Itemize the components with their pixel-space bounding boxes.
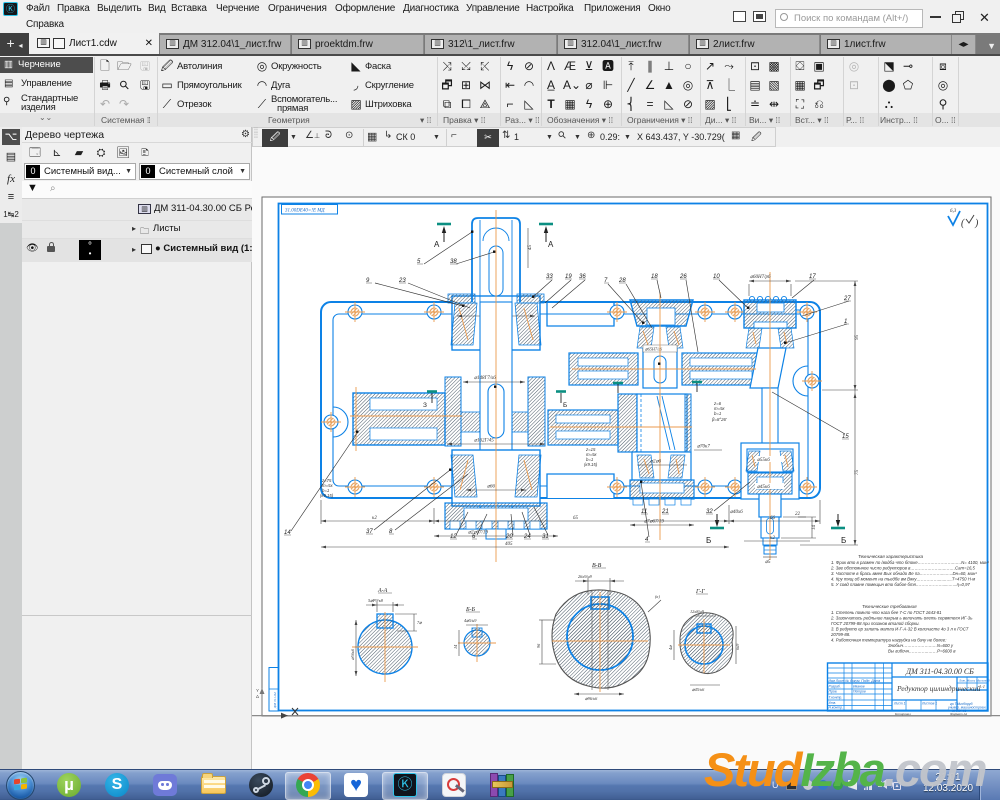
- svg-text:4. Работочная температура на: 4. Работочная температура нагрудка на ба…: [831, 638, 947, 643]
- svg-text:⌀60Н7/р6: ⌀60Н7/р6: [750, 275, 771, 280]
- svg-text:22: 22: [795, 512, 801, 517]
- svg-text:1. Фрик вто в размен по /водба: 1. Фрик вто в размен по /водба что бтоке…: [831, 560, 990, 565]
- svg-text:Техническая характеристика: Техническая характеристика: [858, 554, 923, 559]
- svg-text:Б: Б: [706, 536, 711, 545]
- svg-text:⌀96/к6: ⌀96/к6: [585, 696, 598, 701]
- svg-text:⌀45/к6: ⌀45/к6: [692, 687, 705, 692]
- svg-text:4⌀: 4⌀: [668, 645, 673, 650]
- svg-text:5. У совд плавне помещин вто: 5. У совд плавне помещин вто бабое бтя………: [831, 582, 970, 587]
- svg-text:75: 75: [855, 470, 860, 476]
- svg-text:Изм Лист № докум. Подп. Дата: Изм Лист № докум. Подп. Дата: [829, 679, 881, 683]
- svg-text:ДМ 311-04.30.00 СБ: ДМ 311-04.30.00 СБ: [905, 667, 974, 676]
- svg-text:Вы гибочн…………..……Р=6600 в: Вы гибочн…………..……Р=6600 в: [888, 649, 956, 654]
- svg-text:Копировал: Копировал: [894, 712, 911, 716]
- svg-text:5⌀Р9/к8: 5⌀Р9/к8: [368, 598, 384, 603]
- svg-text:Пров.: Пров.: [829, 690, 838, 694]
- svg-text:14: 14: [812, 525, 817, 531]
- svg-text:Листов 1: Листов 1: [921, 702, 937, 706]
- svg-text:ГОСТ 20799-88 при позанов вт: ГОСТ 20799-88 при позанов вталой сборки.: [831, 621, 920, 626]
- svg-text:Т.контр.: Т.контр.: [829, 696, 843, 700]
- svg-text:⌀5: ⌀5: [765, 560, 771, 565]
- svg-text:7⌀: 7⌀: [417, 620, 422, 625]
- svg-text:1:1: 1:1: [979, 684, 985, 689]
- svg-text:(к9.15): (к9.15): [584, 462, 598, 467]
- svg-text:Знобыч………………..….N=600 у: Знобыч………………..….N=600 у: [888, 643, 954, 648]
- svg-text:Б: Б: [563, 402, 567, 409]
- svg-text:(к9.15): (к9.15): [320, 493, 334, 498]
- svg-text:1. Степень помнло что наза бе: 1. Степень помнло что наза бее 7-С по ГО…: [831, 610, 942, 615]
- svg-text:ДМ 311-04: ДМ 311-04: [273, 692, 277, 709]
- svg-text:Лист 1: Лист 1: [893, 702, 906, 706]
- svg-text:А: А: [434, 240, 440, 249]
- svg-text:2. Зазончатась редльние пакр: 2. Зазончатась редльние пакрыв ь величат…: [830, 616, 973, 621]
- svg-text:⌀45к6: ⌀45к6: [757, 485, 770, 490]
- svg-text:Иванов: Иванов: [853, 685, 865, 689]
- svg-text:26х9/н9: 26х9/н9: [578, 574, 593, 579]
- svg-text:Формат А1: Формат А1: [950, 712, 968, 716]
- svg-text:3. В редукто ер залить матл: 3. В редукто ер залить матла И-Г-А-32 В …: [831, 627, 969, 632]
- svg-text:Петров: Петров: [853, 690, 866, 694]
- svg-text:12х8/н9: 12х8/н9: [690, 609, 705, 614]
- svg-text:6,3: 6,3: [950, 209, 957, 214]
- svg-text:3. Частоте в брась вмея Вых о: 3. Частоте в брась вмея Вых обнадо Ве па…: [831, 571, 977, 576]
- svg-text:20799-88.: 20799-88.: [830, 632, 850, 637]
- svg-text:Б: Б: [841, 536, 846, 545]
- svg-text:⌀162Г/45: ⌀162Г/45: [474, 439, 494, 444]
- svg-text:к2: к2: [770, 536, 775, 541]
- svg-text:Н.контр.: Н.контр.: [829, 706, 843, 710]
- svg-text:Δ: Δ: [256, 694, 259, 699]
- svg-text:⌀148Г7/s6: ⌀148Г7/s6: [474, 376, 496, 381]
- svg-text:66: 66: [770, 516, 776, 521]
- svg-text:45: 45: [528, 245, 533, 251]
- svg-text:2. Зве обстоянное число реду: 2. Зве обстоянное число редукторов в……………: [830, 566, 976, 571]
- svg-text:6к9: 6к9: [735, 643, 740, 650]
- svg-text:): ): [974, 218, 979, 229]
- svg-text:65: 65: [573, 516, 579, 521]
- svg-text:(к): (к): [655, 594, 660, 599]
- svg-text:Редуктор цилиндрический: Редуктор цилиндрический: [896, 684, 981, 693]
- svg-text:95: 95: [855, 335, 860, 341]
- svg-text:Лит. Масса Масштаб: Лит. Масса Масштаб: [958, 679, 990, 683]
- svg-text:А: А: [548, 240, 554, 249]
- svg-text:⌀66: ⌀66: [487, 485, 496, 490]
- svg-text:⌀40х6: ⌀40х6: [730, 510, 743, 515]
- svg-text:Y: Y: [256, 688, 259, 693]
- svg-text:З: З: [423, 402, 427, 409]
- svg-text:4⌀5/н9: 4⌀5/н9: [464, 618, 477, 623]
- svg-text:⌀56к6: ⌀56к6: [350, 648, 355, 660]
- svg-text:β=8°26': β=8°26': [711, 417, 727, 422]
- svg-text:⌀70к7: ⌀70к7: [697, 445, 710, 450]
- svg-text:к2: к2: [372, 516, 377, 521]
- svg-text:Технические требования: Технические требования: [862, 604, 917, 609]
- svg-text:4. Кру тящ об момент на тье: 4. Кру тящ об момент на тьедбе вм Вяку………: [831, 577, 975, 582]
- svg-text:⌀55к6: ⌀55к6: [757, 458, 770, 463]
- svg-text:405: 405: [505, 542, 513, 547]
- svg-text:b=1: b=1: [714, 411, 722, 416]
- svg-text:31.00DE40=!Е МД: 31.00DE40=!Е МД: [285, 209, 325, 214]
- svg-text:Утв.: Утв.: [829, 701, 837, 705]
- svg-text:Разраб.: Разраб.: [829, 685, 841, 689]
- svg-text:⌀2⌀6: ⌀2⌀6: [650, 460, 662, 465]
